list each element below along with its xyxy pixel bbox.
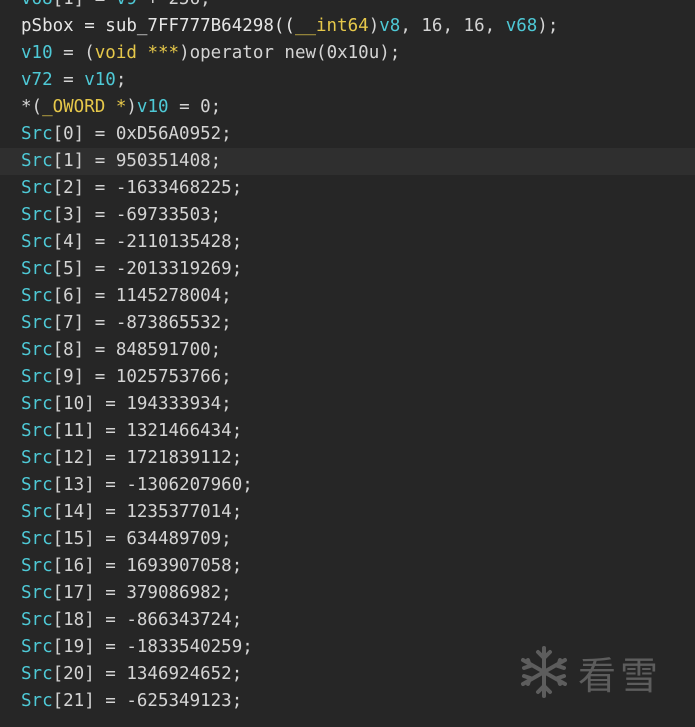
code-token: v9 — [116, 0, 137, 9]
code-line[interactable]: Src[1] = 950351408; — [0, 148, 695, 175]
code-token: ); — [537, 16, 559, 36]
code-token: [3] = -69733503; — [52, 205, 222, 225]
code-line[interactable]: Src[7] = -873865532; — [0, 310, 695, 337]
code-token: )operator new(0x10u); — [179, 43, 401, 63]
code-token: [10] = 194333934; — [52, 394, 232, 414]
code-token: [8] = 848591700; — [52, 340, 222, 360]
code-token: [1] = — [53, 0, 116, 9]
code-token: Src — [21, 448, 53, 468]
code-token: = 0; — [168, 97, 222, 117]
code-line[interactable]: Src[0] = 0xD56A0952; — [0, 121, 695, 148]
code-token: , 16, 16, — [400, 16, 506, 36]
code-token: [1] = 950351408; — [52, 151, 222, 171]
snowflake-icon — [521, 646, 567, 698]
code-token: [4] = -2110135428; — [52, 232, 243, 252]
code-token: Src — [21, 664, 53, 684]
code-line[interactable]: Src[3] = -69733503; — [0, 202, 695, 229]
code-token: [2] = -1633468225; — [52, 178, 243, 198]
code-line[interactable]: v10 = (void ***)operator new(0x10u); — [0, 40, 695, 67]
code-token: [14] = 1235377014; — [52, 502, 243, 522]
code-token: [0] = 0xD56A0952; — [52, 124, 232, 144]
code-token: = — [52, 70, 85, 90]
code-token: ; — [115, 70, 127, 90]
code-line[interactable]: v68[1] = v9 + 256; — [0, 0, 695, 13]
code-token: Src — [21, 394, 53, 414]
code-token: Src — [21, 151, 53, 171]
code-token: Src — [21, 124, 53, 144]
code-token: Src — [21, 286, 53, 306]
code-token: v10 — [21, 43, 53, 63]
code-line[interactable]: pSbox = sub_7FF777B64298((__int64)v8, 16… — [0, 13, 695, 40]
code-line[interactable]: Src[11] = 1321466434; — [0, 418, 695, 445]
code-token: ) — [126, 97, 137, 117]
code-line[interactable]: Src[4] = -2110135428; — [0, 229, 695, 256]
code-token: [15] = 634489709; — [52, 529, 232, 549]
code-line[interactable]: *(_OWORD *)v10 = 0; — [0, 94, 695, 121]
code-line[interactable]: Src[17] = 379086982; — [0, 580, 695, 607]
code-token: Src — [21, 529, 53, 549]
code-token: Src — [21, 421, 53, 441]
code-line[interactable]: Src[18] = -866343724; — [0, 607, 695, 634]
code-token: [13] = -1306207960; — [52, 475, 253, 495]
code-token: *( — [21, 97, 43, 117]
code-token: [9] = 1025753766; — [52, 367, 232, 387]
code-token: Src — [21, 340, 53, 360]
code-token: [5] = -2013319269; — [52, 259, 243, 279]
code-token: Src — [21, 610, 53, 630]
code-token: Src — [21, 178, 53, 198]
code-token: Src — [21, 691, 53, 711]
code-token: [12] = 1721839112; — [52, 448, 243, 468]
code-token: Src — [21, 205, 53, 225]
code-line[interactable]: v72 = v10; — [0, 67, 695, 94]
code-line[interactable]: Src[6] = 1145278004; — [0, 283, 695, 310]
code-line[interactable]: Src[9] = 1025753766; — [0, 364, 695, 391]
code-token: [18] = -866343724; — [52, 610, 243, 630]
code-line[interactable]: Src[14] = 1235377014; — [0, 499, 695, 526]
code-token: [11] = 1321466434; — [52, 421, 243, 441]
code-editor[interactable]: v68[1] = v9 + 256;pSbox = sub_7FF777B642… — [0, 0, 695, 727]
code-token: [16] = 1693907058; — [52, 556, 243, 576]
code-token: ) — [368, 16, 380, 36]
code-token: v68 — [505, 16, 538, 36]
code-token: v72 — [21, 70, 53, 90]
code-token: Src — [21, 637, 53, 657]
code-token: Src — [21, 232, 53, 252]
code-token: [19] = -1833540259; — [52, 637, 253, 657]
code-token: v10 — [136, 97, 169, 117]
code-line[interactable]: Src[15] = 634489709; — [0, 526, 695, 553]
code-line[interactable]: Src[5] = -2013319269; — [0, 256, 695, 283]
code-token: Src — [21, 556, 53, 576]
code-token: Src — [21, 502, 53, 522]
code-token: [21] = -625349123; — [52, 691, 243, 711]
code-token: [6] = 1145278004; — [52, 286, 232, 306]
code-token: pSbox = sub_7FF777B64298(( — [21, 16, 295, 36]
code-line[interactable]: Src[16] = 1693907058; — [0, 553, 695, 580]
kanxue-watermark: 看雪 — [516, 640, 676, 704]
code-token: + 256; — [137, 0, 210, 9]
code-token: = ( — [52, 43, 95, 63]
code-line[interactable]: Src[2] = -1633468225; — [0, 175, 695, 202]
code-token: v10 — [84, 70, 116, 90]
code-line[interactable]: Src[8] = 848591700; — [0, 337, 695, 364]
code-token: v68 — [21, 0, 53, 9]
code-token: void *** — [94, 43, 180, 63]
code-token: __int64 — [294, 16, 369, 36]
code-token: Src — [21, 259, 53, 279]
code-line[interactable]: Src[10] = 194333934; — [0, 391, 695, 418]
code-view[interactable]: v68[1] = v9 + 256;pSbox = sub_7FF777B642… — [0, 0, 695, 715]
code-line[interactable]: Src[12] = 1721839112; — [0, 445, 695, 472]
code-token: [17] = 379086982; — [52, 583, 232, 603]
watermark-text: 看雪 — [578, 653, 663, 698]
code-token: v8 — [379, 16, 401, 36]
code-line[interactable]: Src[13] = -1306207960; — [0, 472, 695, 499]
code-token: Src — [21, 475, 53, 495]
code-token: [7] = -873865532; — [52, 313, 232, 333]
code-token: Src — [21, 313, 53, 333]
code-token: [20] = 1346924652; — [52, 664, 243, 684]
code-token: Src — [21, 583, 53, 603]
code-token: Src — [21, 367, 53, 387]
code-token: _OWORD * — [42, 97, 127, 117]
